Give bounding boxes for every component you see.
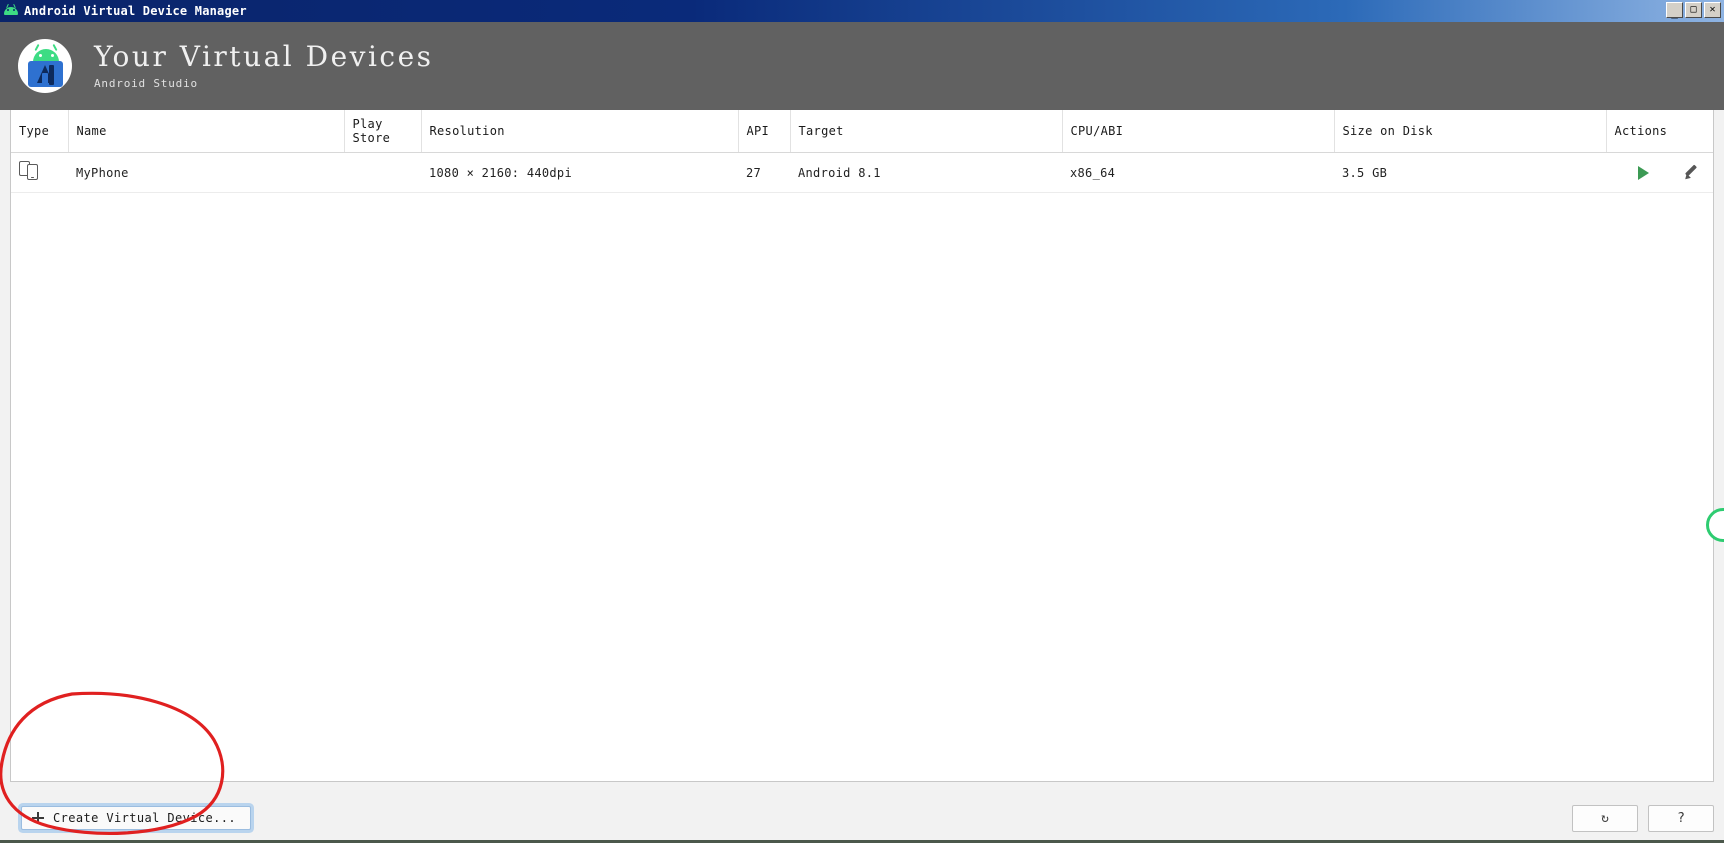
cell-name: MyPhone: [68, 152, 344, 193]
run-icon[interactable]: [1638, 165, 1649, 180]
column-header-size-on-disk[interactable]: Size on Disk: [1334, 110, 1607, 153]
minimize-button[interactable]: _: [1666, 2, 1683, 19]
device-phone-icon: [19, 161, 41, 181]
column-header-api[interactable]: API: [738, 110, 791, 153]
help-button[interactable]: ?: [1648, 805, 1714, 832]
maximize-button[interactable]: □: [1685, 2, 1702, 18]
page-subtitle: Android Studio: [94, 77, 198, 91]
android-head-icon: [3, 3, 19, 18]
footer-bar: Create Virtual Device... ↻ ?: [0, 803, 1724, 843]
avd-table: Type Name Play Store Resolution API Targ…: [11, 110, 1713, 193]
plus-icon: [32, 812, 44, 824]
row-actions-group: [1634, 164, 1713, 182]
minimize-icon: _: [1671, 6, 1678, 19]
window-title: Android Virtual Device Manager: [24, 4, 247, 18]
cell-play-store: [344, 152, 421, 193]
create-virtual-device-label: Create Virtual Device...: [53, 811, 236, 825]
cell-size-on-disk: 3.5 GB: [1334, 152, 1606, 193]
help-icon: ?: [1677, 811, 1685, 826]
column-header-type[interactable]: Type: [11, 110, 69, 153]
refresh-button[interactable]: ↻: [1572, 805, 1638, 832]
column-header-play-store[interactable]: Play Store: [344, 110, 422, 153]
window-titlebar: Android Virtual Device Manager _ □ ✕: [0, 0, 1724, 22]
create-virtual-device-button[interactable]: Create Virtual Device...: [21, 806, 251, 830]
table-row[interactable]: MyPhone 1080 × 2160: 440dpi 27 Android 8…: [11, 152, 1713, 193]
column-header-target[interactable]: Target: [790, 110, 1063, 153]
page-header: Your Virtual Devices Android Studio: [0, 22, 1724, 110]
column-header-resolution[interactable]: Resolution: [421, 110, 739, 153]
main-content: Type Name Play Store Resolution API Targ…: [0, 110, 1724, 803]
header-text-group: Your Virtual Devices Android Studio: [94, 39, 434, 91]
close-icon: ✕: [1709, 4, 1716, 15]
cell-cpu-abi: x86_64: [1062, 152, 1334, 193]
cell-api: 27: [738, 152, 790, 193]
cell-type: [11, 152, 68, 193]
avd-table-header: Type Name Play Store Resolution API Targ…: [11, 110, 1713, 153]
refresh-icon: ↻: [1601, 811, 1609, 826]
avd-table-container: Type Name Play Store Resolution API Targ…: [10, 110, 1714, 782]
footer-right-buttons: ↻ ?: [1572, 805, 1714, 832]
table-header-row: Type Name Play Store Resolution API Targ…: [11, 110, 1713, 153]
cell-resolution: 1080 × 2160: 440dpi: [421, 152, 738, 193]
avd-manager-window: Android Virtual Device Manager _ □ ✕ You…: [0, 0, 1724, 843]
window-controls: _ □ ✕: [1666, 2, 1721, 19]
android-studio-logo: [18, 39, 72, 93]
cell-target: Android 8.1: [790, 152, 1062, 193]
close-button[interactable]: ✕: [1704, 2, 1721, 18]
page-title: Your Virtual Devices: [94, 39, 434, 73]
maximize-icon: □: [1690, 4, 1697, 15]
column-header-cpu-abi[interactable]: CPU/ABI: [1062, 110, 1335, 153]
avd-table-body: MyPhone 1080 × 2160: 440dpi 27 Android 8…: [11, 152, 1713, 193]
column-header-name[interactable]: Name: [68, 110, 345, 153]
column-header-actions[interactable]: Actions: [1606, 110, 1713, 153]
cell-actions: [1606, 152, 1713, 193]
